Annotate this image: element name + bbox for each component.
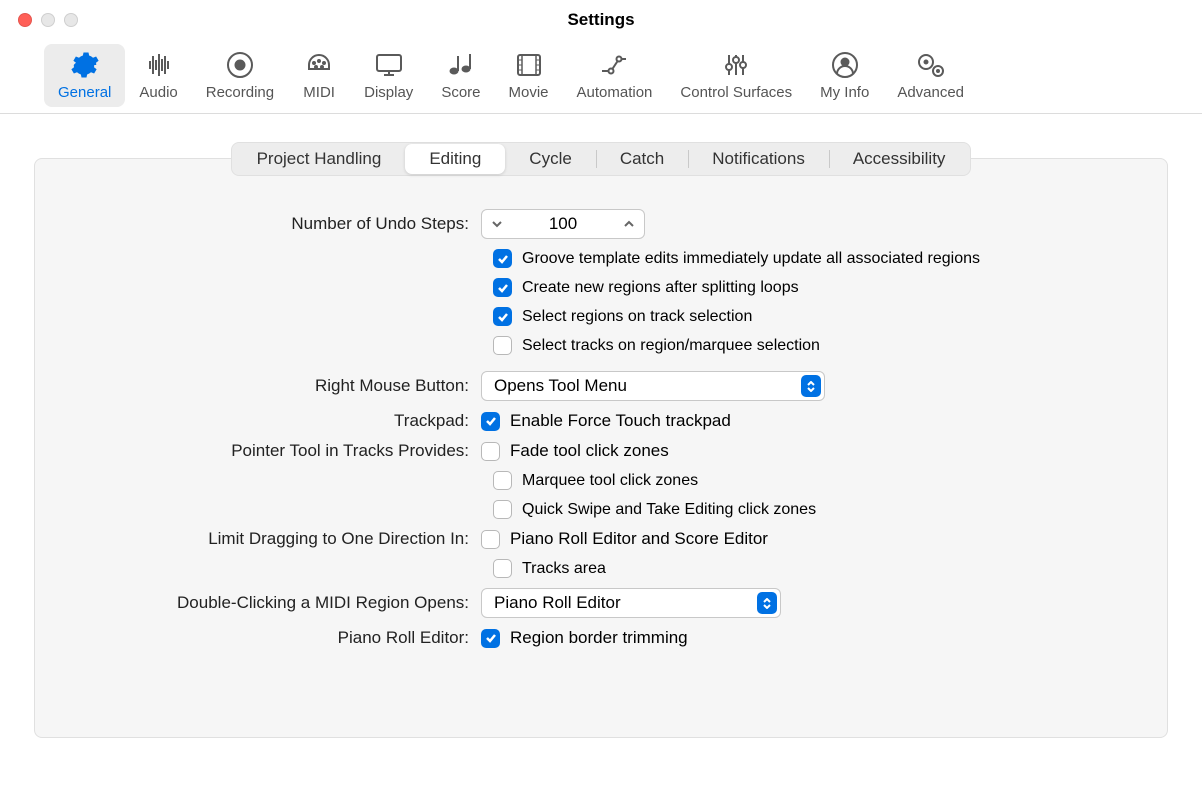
checkbox-marquee-zones[interactable] bbox=[493, 471, 512, 490]
content: Project Handling Editing Cycle Catch Not… bbox=[0, 114, 1202, 806]
checkbox-select-regions[interactable] bbox=[493, 307, 512, 326]
select-value: Piano Roll Editor bbox=[494, 593, 621, 613]
toolbar-my-info[interactable]: My Info bbox=[806, 44, 883, 107]
subtab-notifications[interactable]: Notifications bbox=[688, 144, 829, 174]
pointer-tool-label: Pointer Tool in Tracks Provides: bbox=[81, 441, 481, 461]
score-icon bbox=[444, 50, 478, 80]
toolbar-score[interactable]: Score bbox=[427, 44, 494, 107]
checkbox-label: Select regions on track selection bbox=[522, 308, 752, 326]
select-value: Opens Tool Menu bbox=[494, 376, 627, 396]
toolbar-label: Audio bbox=[139, 84, 177, 101]
right-mouse-label: Right Mouse Button: bbox=[81, 376, 481, 396]
undo-steps-value: 100 bbox=[549, 214, 577, 234]
trackpad-label: Trackpad: bbox=[81, 411, 481, 431]
checkbox-label: Region border trimming bbox=[510, 628, 688, 648]
toolbar-label: Score bbox=[441, 84, 480, 101]
toolbar-recording[interactable]: Recording bbox=[192, 44, 288, 107]
toolbar-midi[interactable]: MIDI bbox=[288, 44, 350, 107]
toolbar: General Audio Recording MIDI Display bbox=[0, 40, 1202, 114]
editing-panel: Number of Undo Steps: 100 Groove templat… bbox=[34, 158, 1168, 738]
subtab-editing[interactable]: Editing bbox=[405, 144, 505, 174]
record-icon bbox=[223, 50, 257, 80]
double-click-label: Double-Clicking a MIDI Region Opens: bbox=[81, 593, 481, 613]
checkbox-create-regions[interactable] bbox=[493, 278, 512, 297]
window-title: Settings bbox=[0, 10, 1202, 30]
checkbox-label: Tracks area bbox=[522, 560, 606, 578]
user-icon bbox=[828, 50, 862, 80]
checkbox-quick-swipe[interactable] bbox=[493, 500, 512, 519]
checkbox-label: Create new regions after splitting loops bbox=[522, 279, 799, 297]
subtab-catch[interactable]: Catch bbox=[596, 144, 688, 174]
limit-dragging-label: Limit Dragging to One Direction In: bbox=[81, 529, 481, 549]
checkbox-piano-score[interactable] bbox=[481, 530, 500, 549]
waveform-icon bbox=[142, 50, 176, 80]
checkbox-label: Fade tool click zones bbox=[510, 441, 669, 461]
select-arrows-icon bbox=[801, 375, 821, 397]
select-arrows-icon bbox=[757, 592, 777, 614]
undo-steps-stepper[interactable]: 100 bbox=[481, 209, 645, 239]
movie-icon bbox=[512, 50, 546, 80]
piano-roll-label: Piano Roll Editor: bbox=[81, 628, 481, 648]
checkbox-label: Marquee tool click zones bbox=[522, 472, 698, 490]
toolbar-general[interactable]: General bbox=[44, 44, 125, 107]
toolbar-label: Control Surfaces bbox=[680, 84, 792, 101]
stepper-down-icon[interactable] bbox=[490, 217, 504, 231]
toolbar-display[interactable]: Display bbox=[350, 44, 427, 107]
sliders-icon bbox=[719, 50, 753, 80]
toolbar-label: Display bbox=[364, 84, 413, 101]
subtab-cycle[interactable]: Cycle bbox=[505, 144, 596, 174]
toolbar-label: Recording bbox=[206, 84, 274, 101]
subtabs: Project Handling Editing Cycle Catch Not… bbox=[231, 142, 972, 176]
checkbox-force-touch[interactable] bbox=[481, 412, 500, 431]
toolbar-label: My Info bbox=[820, 84, 869, 101]
toolbar-movie[interactable]: Movie bbox=[495, 44, 563, 107]
toolbar-label: MIDI bbox=[303, 84, 335, 101]
midi-icon bbox=[302, 50, 336, 80]
toolbar-audio[interactable]: Audio bbox=[125, 44, 191, 107]
gear-icon bbox=[68, 50, 102, 80]
checkbox-tracks-area[interactable] bbox=[493, 559, 512, 578]
right-mouse-select[interactable]: Opens Tool Menu bbox=[481, 371, 825, 401]
checkbox-label: Piano Roll Editor and Score Editor bbox=[510, 529, 768, 549]
checkbox-groove-template[interactable] bbox=[493, 249, 512, 268]
checkbox-label: Enable Force Touch trackpad bbox=[510, 411, 731, 431]
toolbar-label: Automation bbox=[577, 84, 653, 101]
checkbox-select-tracks[interactable] bbox=[493, 336, 512, 355]
settings-window: Settings General Audio Recording MIDI bbox=[0, 0, 1202, 806]
toolbar-label: Advanced bbox=[897, 84, 964, 101]
double-click-select[interactable]: Piano Roll Editor bbox=[481, 588, 781, 618]
toolbar-automation[interactable]: Automation bbox=[563, 44, 667, 107]
checkbox-fade-zones[interactable] bbox=[481, 442, 500, 461]
toolbar-label: General bbox=[58, 84, 111, 101]
automation-icon bbox=[597, 50, 631, 80]
undo-steps-label: Number of Undo Steps: bbox=[81, 214, 481, 234]
titlebar: Settings bbox=[0, 0, 1202, 40]
display-icon bbox=[372, 50, 406, 80]
subtab-project-handling[interactable]: Project Handling bbox=[233, 144, 406, 174]
checkbox-border-trim[interactable] bbox=[481, 629, 500, 648]
checkbox-label: Groove template edits immediately update… bbox=[522, 250, 980, 268]
toolbar-control-surfaces[interactable]: Control Surfaces bbox=[666, 44, 806, 107]
checkbox-label: Quick Swipe and Take Editing click zones bbox=[522, 501, 816, 519]
toolbar-advanced[interactable]: Advanced bbox=[883, 44, 978, 107]
subtab-accessibility[interactable]: Accessibility bbox=[829, 144, 970, 174]
gears-icon bbox=[914, 50, 948, 80]
stepper-up-icon[interactable] bbox=[622, 217, 636, 231]
checkbox-label: Select tracks on region/marquee selectio… bbox=[522, 337, 820, 355]
toolbar-label: Movie bbox=[509, 84, 549, 101]
